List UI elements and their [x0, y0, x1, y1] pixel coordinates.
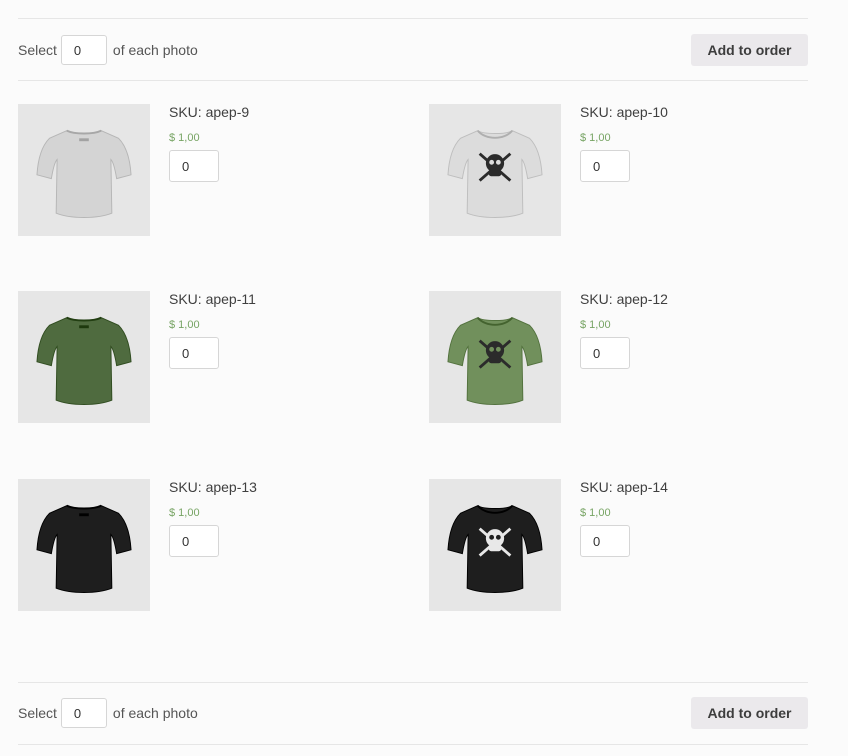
product-card: SKU: apep-12 $ 1,00 — [429, 291, 809, 425]
add-to-order-button[interactable]: Add to order — [691, 697, 808, 729]
product-card: SKU: apep-9 $ 1,00 — [18, 104, 398, 238]
t-shirt-collar — [66, 504, 102, 510]
bulk-quantity-input[interactable] — [60, 35, 107, 65]
product-sku: SKU: apep-14 — [580, 479, 668, 495]
product-thumbnail[interactable] — [18, 291, 150, 423]
product-quantity-input[interactable] — [580, 337, 630, 369]
neck-label-mark — [79, 325, 89, 329]
divider — [18, 682, 808, 683]
product-price: $ 1,00 — [580, 319, 611, 331]
product-price: $ 1,00 — [169, 132, 200, 144]
bulk-select-bar-bottom: Select of each photo Add to order — [18, 696, 808, 730]
product-sku: SKU: apep-10 — [580, 104, 668, 120]
product-card: SKU: apep-11 $ 1,00 — [18, 291, 398, 425]
product-quantity-input[interactable] — [169, 337, 219, 369]
product-quantity-input[interactable] — [580, 150, 630, 182]
neck-label-mark — [79, 513, 89, 517]
product-card: SKU: apep-14 $ 1,00 — [429, 479, 809, 613]
bulk-select-bar-top: Select of each photo Add to order — [18, 33, 808, 67]
product-card: SKU: apep-10 $ 1,00 — [429, 104, 809, 238]
product-card: SKU: apep-13 $ 1,00 — [18, 479, 398, 613]
product-thumbnail[interactable] — [429, 291, 561, 423]
product-sku: SKU: apep-9 — [169, 104, 250, 120]
product-quantity-input[interactable] — [169, 525, 219, 557]
product-sku: SKU: apep-11 — [169, 291, 256, 307]
product-thumbnail[interactable] — [18, 479, 150, 611]
product-thumbnail[interactable] — [429, 104, 561, 236]
bulk-quantity-input[interactable] — [60, 698, 107, 728]
product-price: $ 1,00 — [580, 507, 611, 519]
product-price: $ 1,00 — [169, 507, 200, 519]
t-shirt-collar — [66, 129, 102, 135]
product-thumbnail[interactable] — [429, 479, 561, 611]
neck-label-mark — [79, 138, 89, 142]
t-shirt-collar — [66, 316, 102, 322]
of-each-photo-label: of each photo — [112, 705, 198, 721]
product-quantity-input[interactable] — [169, 150, 219, 182]
divider — [18, 744, 808, 745]
of-each-photo-label: of each photo — [112, 42, 198, 58]
add-to-order-button[interactable]: Add to order — [691, 34, 808, 66]
select-label: Select — [18, 705, 57, 721]
select-label: Select — [18, 42, 57, 58]
product-sku: SKU: apep-13 — [169, 479, 257, 495]
t-shirt-icon — [36, 505, 132, 593]
product-price: $ 1,00 — [580, 132, 611, 144]
t-shirt-icon — [36, 130, 132, 218]
product-quantity-input[interactable] — [580, 525, 630, 557]
t-shirt-icon — [36, 317, 132, 405]
divider — [18, 18, 808, 19]
product-thumbnail[interactable] — [18, 104, 150, 236]
divider — [18, 80, 808, 81]
product-price: $ 1,00 — [169, 319, 200, 331]
product-sku: SKU: apep-12 — [580, 291, 668, 307]
